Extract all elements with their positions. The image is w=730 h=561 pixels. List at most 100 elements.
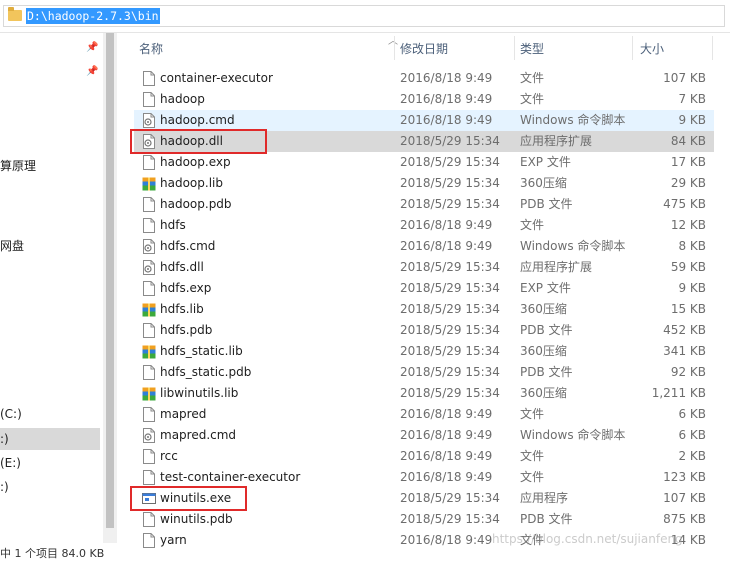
file-row[interactable]: hadoop.cmd 2016/8/18 9:49 Windows 命令脚本 9 KB — [134, 110, 714, 131]
file-size: 107 KB — [663, 491, 706, 505]
file-modified-date: 2018/5/29 15:34 — [400, 176, 500, 190]
dll-gear-icon — [142, 260, 156, 275]
file-row[interactable]: hadoop 2016/8/18 9:49 文件 7 KB — [134, 89, 714, 110]
file-size: 12 KB — [670, 218, 706, 232]
pin-icon[interactable]: 📌 — [86, 67, 98, 77]
file-size: 9 KB — [678, 281, 706, 295]
file-row[interactable]: hdfs.pdb 2018/5/29 15:34 PDB 文件 452 KB — [134, 320, 714, 341]
nav-item-drive-d[interactable]: :) — [0, 428, 100, 450]
file-name: test-container-executor — [160, 470, 301, 484]
file-type: 应用程序扩展 — [520, 134, 593, 148]
column-header-row: ︿ 名称 修改日期 类型 大小 — [130, 36, 714, 60]
column-separator[interactable] — [632, 36, 633, 60]
file-size: 7 KB — [678, 92, 706, 106]
file-name: mapred — [160, 407, 207, 421]
pin-icon[interactable]: 📌 — [86, 43, 98, 53]
file-row[interactable]: hdfs_static.pdb 2018/5/29 15:34 PDB 文件 92 K… — [134, 362, 714, 383]
column-separator[interactable] — [712, 36, 713, 60]
file-modified-date: 2018/5/29 15:34 — [400, 512, 500, 526]
file-row[interactable]: hdfs_static.lib 2018/5/29 15:34 360压缩 341 K… — [134, 341, 714, 362]
blank-file-icon — [142, 407, 156, 422]
file-row[interactable]: hdfs.dll 2018/5/29 15:34 应用程序扩展 59 KB — [134, 257, 714, 278]
file-size: 15 KB — [670, 302, 706, 316]
nav-item-netdisk[interactable]: 网盘 — [0, 235, 100, 257]
blank-file-icon — [142, 533, 156, 548]
column-separator[interactable] — [514, 36, 515, 60]
file-row[interactable]: hdfs.lib 2018/5/29 15:34 360压缩 15 KB — [134, 299, 714, 320]
file-modified-date: 2018/5/29 15:34 — [400, 302, 500, 316]
cmd-script-icon — [142, 428, 156, 443]
file-type: EXP 文件 — [520, 155, 571, 169]
column-header-date[interactable]: 修改日期 — [400, 40, 448, 58]
column-header-size[interactable]: 大小 — [640, 40, 664, 58]
file-name: hdfs.lib — [160, 302, 204, 316]
annotation-highlight-box — [130, 486, 247, 511]
file-size: 84 KB — [670, 134, 706, 148]
blank-file-icon — [142, 323, 156, 338]
file-type: 360压缩 — [520, 344, 567, 358]
file-type: 360压缩 — [520, 302, 567, 316]
file-type: 文件 — [520, 449, 545, 463]
archive-360-icon — [142, 344, 156, 359]
file-modified-date: 2016/8/18 9:49 — [400, 113, 493, 127]
file-type: Windows 命令脚本 — [520, 113, 626, 127]
file-size: 1,211 KB — [651, 386, 706, 400]
column-separator[interactable] — [394, 36, 395, 60]
blank-file-icon — [142, 365, 156, 380]
file-name: container-executor — [160, 71, 273, 85]
file-size: 107 KB — [663, 71, 706, 85]
column-header-name[interactable]: 名称 — [139, 40, 163, 58]
file-type: EXP 文件 — [520, 281, 571, 295]
address-bar[interactable]: D:\hadoop-2.7.3\bin — [0, 0, 730, 33]
file-type: Windows 命令脚本 — [520, 428, 626, 442]
file-modified-date: 2018/5/29 15:34 — [400, 323, 500, 337]
blank-file-icon — [142, 512, 156, 527]
file-name: hdfs — [160, 218, 186, 232]
file-row[interactable]: winutils.pdb 2018/5/29 15:34 PDB 文件 875 KB — [134, 509, 714, 530]
file-row[interactable]: libwinutils.lib 2018/5/29 15:34 360压缩 1,211… — [134, 383, 714, 404]
nav-item-drive-e[interactable]: (E:) — [0, 452, 100, 474]
file-size: 2 KB — [678, 449, 706, 463]
file-modified-date: 2018/5/29 15:34 — [400, 281, 500, 295]
file-modified-date: 2016/8/18 9:49 — [400, 533, 493, 547]
file-row[interactable]: mapred 2016/8/18 9:49 文件 6 KB — [134, 404, 714, 425]
file-name: hadoop.lib — [160, 176, 223, 190]
file-row[interactable]: hdfs.exp 2018/5/29 15:34 EXP 文件 9 KB — [134, 278, 714, 299]
annotation-highlight-box — [130, 129, 267, 154]
file-type: 文件 — [520, 218, 545, 232]
file-row[interactable]: hadoop.pdb 2018/5/29 15:34 PDB 文件 475 KB — [134, 194, 714, 215]
file-name: hdfs.cmd — [160, 239, 216, 253]
nav-item-quick-access[interactable]: 算原理 — [0, 155, 100, 177]
file-modified-date: 2016/8/18 9:49 — [400, 470, 493, 484]
file-row[interactable]: hadoop.exp 2018/5/29 15:34 EXP 文件 17 KB — [134, 152, 714, 173]
file-type: 360压缩 — [520, 386, 567, 400]
file-row[interactable]: mapred.cmd 2016/8/18 9:49 Windows 命令脚本 6 KB — [134, 425, 714, 446]
file-name: libwinutils.lib — [160, 386, 239, 400]
nav-scroll-thumb[interactable] — [106, 33, 114, 528]
blank-file-icon — [142, 449, 156, 464]
file-row[interactable]: rcc 2016/8/18 9:49 文件 2 KB — [134, 446, 714, 467]
file-row[interactable]: container-executor 2016/8/18 9:49 文件 107 KB — [134, 68, 714, 89]
file-row[interactable]: hdfs 2016/8/18 9:49 文件 12 KB — [134, 215, 714, 236]
archive-360-icon — [142, 176, 156, 191]
file-type: 文件 — [520, 92, 545, 106]
file-row[interactable]: test-container-executor 2016/8/18 9:49 文件 1… — [134, 467, 714, 488]
nav-item-drive-c[interactable]: (C:) — [0, 403, 100, 425]
blank-file-icon — [142, 155, 156, 170]
file-name: hadoop.exp — [160, 155, 231, 169]
nav-item-drive-f[interactable]: :) — [0, 476, 100, 498]
file-modified-date: 2016/8/18 9:49 — [400, 92, 493, 106]
file-size: 29 KB — [670, 176, 706, 190]
file-name: mapred.cmd — [160, 428, 237, 442]
nav-scrollbar[interactable] — [103, 33, 117, 543]
address-path[interactable]: D:\hadoop-2.7.3\bin — [26, 8, 160, 24]
file-size: 59 KB — [670, 260, 706, 274]
file-row[interactable]: hadoop.lib 2018/5/29 15:34 360压缩 29 KB — [134, 173, 714, 194]
status-bar: 中 1 个项目 84.0 KB — [0, 547, 105, 560]
file-modified-date: 2016/8/18 9:49 — [400, 239, 493, 253]
file-row[interactable]: hdfs.cmd 2016/8/18 9:49 Windows 命令脚本 8 KB — [134, 236, 714, 257]
file-type: PDB 文件 — [520, 512, 573, 526]
column-header-type[interactable]: 类型 — [520, 40, 544, 58]
file-name: winutils.pdb — [160, 512, 233, 526]
file-size: 92 KB — [670, 365, 706, 379]
